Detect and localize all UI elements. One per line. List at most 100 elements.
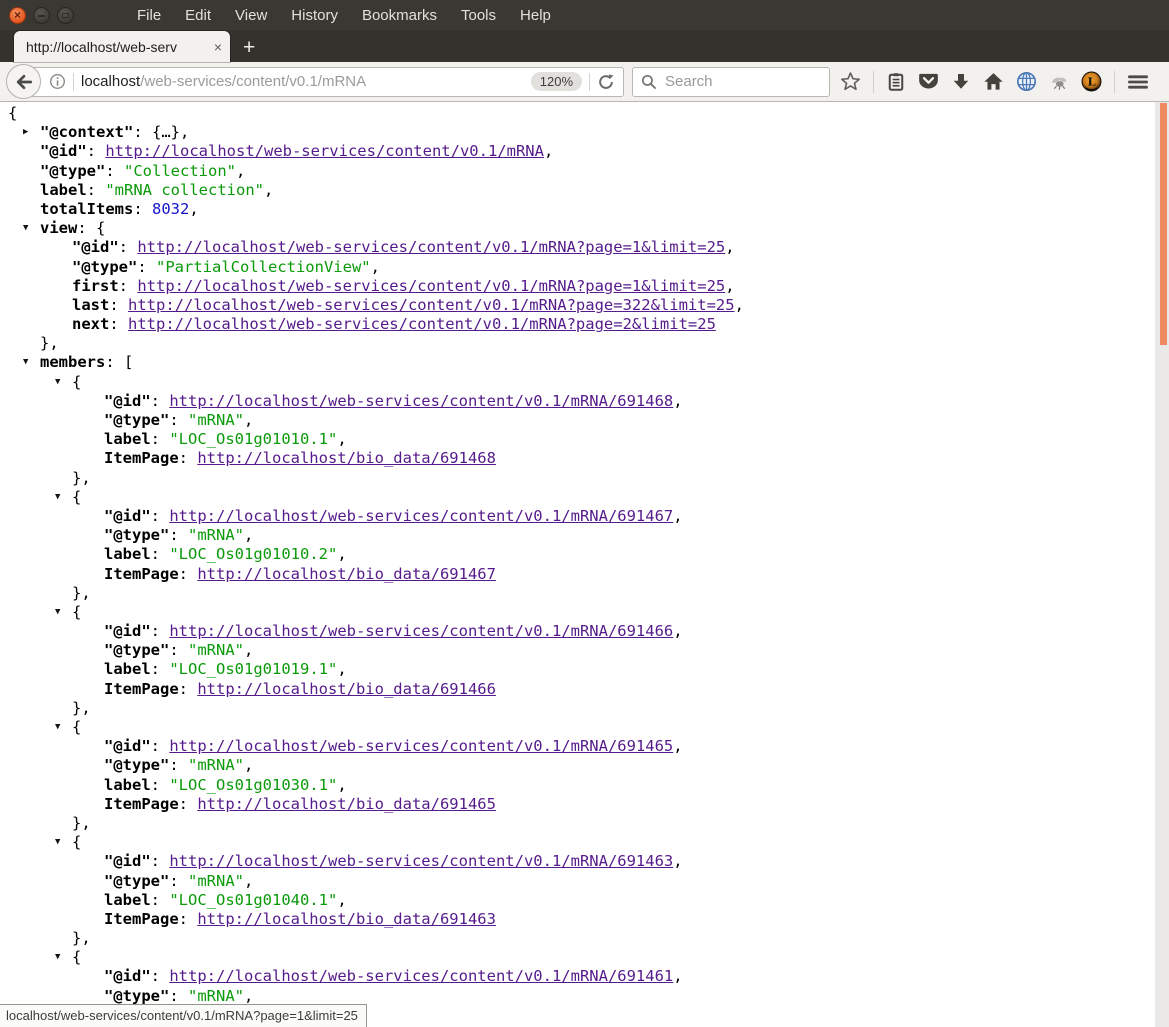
collapse-toggle-icon[interactable]: ▼ bbox=[55, 948, 60, 967]
expand-toggle-icon[interactable]: ▶ bbox=[23, 123, 28, 142]
zoom-level-indicator[interactable]: 120% bbox=[531, 72, 582, 91]
menu-bookmarks[interactable]: Bookmarks bbox=[362, 7, 437, 24]
json-line: ▼{ bbox=[0, 603, 1169, 622]
collapse-toggle-icon[interactable]: ▼ bbox=[55, 373, 60, 392]
json-key: "@context" bbox=[40, 123, 133, 141]
back-button[interactable] bbox=[6, 64, 41, 99]
json-line: ItemPage: http://localhost/bio_data/6914… bbox=[0, 449, 1169, 468]
json-key: label bbox=[104, 891, 151, 909]
json-key: "@id" bbox=[72, 238, 119, 256]
json-key: "@type" bbox=[104, 526, 169, 544]
json-punc: , bbox=[725, 277, 734, 295]
json-link[interactable]: http://localhost/web-services/content/v0… bbox=[137, 238, 725, 256]
json-link[interactable]: http://localhost/bio_data/691468 bbox=[197, 449, 496, 467]
collapse-toggle-icon[interactable]: ▼ bbox=[23, 353, 28, 372]
json-link[interactable]: http://localhost/web-services/content/v0… bbox=[169, 967, 673, 985]
json-key: members bbox=[40, 353, 105, 371]
json-line: "@type": "mRNA", bbox=[0, 641, 1169, 660]
collapse-toggle-icon[interactable]: ▼ bbox=[23, 219, 28, 238]
globe-addon-icon[interactable] bbox=[1016, 71, 1037, 92]
json-punc: , bbox=[673, 737, 682, 755]
bookmark-star-icon[interactable] bbox=[840, 71, 861, 92]
json-punc: : bbox=[169, 987, 188, 1005]
json-line: "@id": http://localhost/web-services/con… bbox=[0, 622, 1169, 641]
menu-edit[interactable]: Edit bbox=[185, 7, 211, 24]
json-link[interactable]: http://localhost/web-services/content/v0… bbox=[169, 622, 673, 640]
json-punc: : bbox=[179, 910, 198, 928]
menu-hamburger-icon[interactable] bbox=[1127, 73, 1149, 91]
pocket-icon[interactable] bbox=[918, 72, 939, 91]
menu-help[interactable]: Help bbox=[520, 7, 551, 24]
json-link[interactable]: http://localhost/web-services/content/v0… bbox=[128, 315, 716, 333]
svg-text:L: L bbox=[1087, 75, 1095, 89]
search-bar[interactable] bbox=[632, 67, 830, 97]
json-link[interactable]: http://localhost/bio_data/691465 bbox=[197, 795, 496, 813]
collapse-toggle-icon[interactable]: ▼ bbox=[55, 718, 60, 737]
collapse-toggle-icon[interactable]: ▼ bbox=[55, 603, 60, 622]
bookmarks-list-icon[interactable] bbox=[886, 72, 906, 92]
json-punc: : bbox=[151, 660, 170, 678]
json-key: ItemPage bbox=[104, 680, 179, 698]
json-str: "LOC_Os01g01019.1" bbox=[169, 660, 337, 678]
json-punc: : bbox=[151, 891, 170, 909]
json-link[interactable]: http://localhost/web-services/content/v0… bbox=[105, 142, 544, 160]
search-input[interactable] bbox=[663, 72, 807, 91]
json-link[interactable]: http://localhost/web-services/content/v0… bbox=[169, 737, 673, 755]
json-punc: { bbox=[72, 488, 81, 506]
downloads-icon[interactable] bbox=[951, 72, 971, 92]
json-link[interactable]: http://localhost/web-services/content/v0… bbox=[128, 296, 735, 314]
l-badge-addon-icon[interactable]: L bbox=[1081, 71, 1102, 92]
json-key: ItemPage bbox=[104, 449, 179, 467]
fly-addon-icon[interactable] bbox=[1049, 73, 1069, 91]
menu-file[interactable]: File bbox=[137, 7, 161, 24]
browser-tab[interactable]: http://localhost/web-serv × bbox=[14, 31, 230, 62]
urlbar-separator bbox=[73, 73, 74, 91]
json-key: label bbox=[104, 430, 151, 448]
json-line: }, bbox=[0, 334, 1169, 353]
menu-history[interactable]: History bbox=[291, 7, 338, 24]
json-punc: : bbox=[151, 545, 170, 563]
json-key: "@id" bbox=[104, 392, 151, 410]
json-str: "mRNA" bbox=[188, 411, 244, 429]
json-line: ▼{ bbox=[0, 488, 1169, 507]
json-link[interactable]: http://localhost/web-services/content/v0… bbox=[169, 392, 673, 410]
window-maximize-button[interactable] bbox=[57, 7, 74, 24]
url-bar[interactable]: localhost/web-services/content/v0.1/mRNA… bbox=[24, 67, 624, 97]
json-punc: , bbox=[337, 891, 346, 909]
json-line: "@type": "mRNA", bbox=[0, 756, 1169, 775]
window-minimize-button[interactable] bbox=[33, 7, 50, 24]
menu-view[interactable]: View bbox=[235, 7, 267, 24]
json-link[interactable]: http://localhost/bio_data/691466 bbox=[197, 680, 496, 698]
home-icon[interactable] bbox=[983, 71, 1004, 92]
tab-close-icon[interactable]: × bbox=[210, 39, 222, 55]
json-line: { bbox=[0, 104, 1169, 123]
json-line: ▼{ bbox=[0, 948, 1169, 967]
json-punc: : bbox=[119, 238, 138, 256]
json-punc: , bbox=[673, 852, 682, 870]
json-link[interactable]: http://localhost/web-services/content/v0… bbox=[169, 507, 673, 525]
collapse-toggle-icon[interactable]: ▼ bbox=[55, 833, 60, 852]
json-punc: , bbox=[337, 660, 346, 678]
json-punc: : bbox=[137, 258, 156, 276]
json-str: "mRNA collection" bbox=[105, 181, 264, 199]
json-link[interactable]: http://localhost/bio_data/691467 bbox=[197, 565, 496, 583]
json-link[interactable]: http://localhost/web-services/content/v0… bbox=[137, 277, 725, 295]
reload-icon[interactable] bbox=[597, 73, 615, 91]
collapse-toggle-icon[interactable]: ▼ bbox=[55, 488, 60, 507]
window-close-button[interactable]: × bbox=[9, 7, 26, 24]
new-tab-button[interactable]: + bbox=[230, 35, 268, 61]
browser-window: × File Edit View History Bookmarks Tools… bbox=[0, 0, 1169, 1027]
json-key: ItemPage bbox=[104, 795, 179, 813]
scrollbar-thumb[interactable] bbox=[1160, 103, 1167, 345]
menu-tools[interactable]: Tools bbox=[461, 7, 496, 24]
scrollbar[interactable] bbox=[1155, 102, 1169, 1027]
json-line: label: "LOC_Os01g01019.1", bbox=[0, 660, 1169, 679]
json-link[interactable]: http://localhost/bio_data/691463 bbox=[197, 910, 496, 928]
json-link[interactable]: http://localhost/web-services/content/v0… bbox=[169, 852, 673, 870]
json-punc: : bbox=[151, 622, 170, 640]
json-key: label bbox=[104, 545, 151, 563]
json-punc: , bbox=[337, 776, 346, 794]
json-punc: , bbox=[337, 545, 346, 563]
toolbar-separator bbox=[873, 71, 874, 93]
site-info-icon[interactable] bbox=[49, 73, 66, 90]
